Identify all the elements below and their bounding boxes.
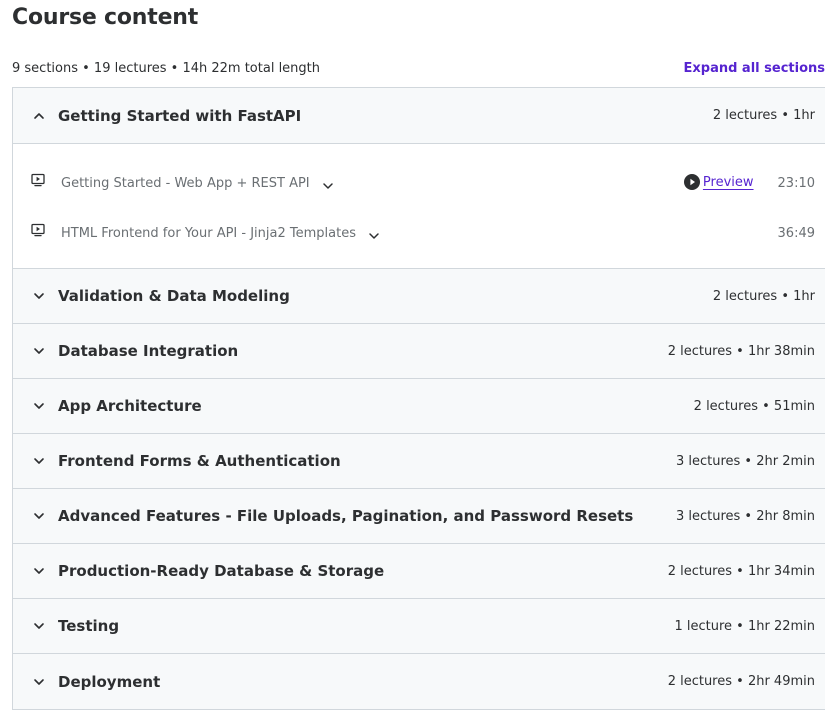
chevron-down-icon (33, 565, 45, 577)
chevron-down-icon (33, 400, 45, 412)
section-title: Frontend Forms & Authentication (58, 452, 341, 470)
section-header-advanced-features[interactable]: Advanced Features - File Uploads, Pagina… (13, 489, 825, 544)
section-header-deployment[interactable]: Deployment 2 lectures • 2hr 49min (13, 654, 825, 709)
section-title: App Architecture (58, 397, 202, 415)
section-meta: 2 lectures • 1hr 34min (667, 563, 815, 579)
page-title: Course content (12, 5, 199, 30)
lecture-item: Getting Started - Web App + REST API Pre… (13, 160, 825, 210)
course-summary: 9 sections • 19 lectures • 14h 22m total… (12, 60, 321, 76)
section-meta: 2 lectures • 1hr (712, 108, 815, 123)
video-play-icon (31, 172, 45, 187)
course-sections: Getting Started with FastAPI 2 lectures … (12, 87, 825, 710)
section-meta: 2 lectures • 2hr 49min (667, 674, 815, 689)
section-meta: 2 lectures • 1hr (712, 288, 815, 304)
section-header-app-architecture[interactable]: App Architecture 2 lectures • 51min (13, 379, 825, 434)
section-meta: 3 lectures • 2hr 2min (675, 453, 815, 469)
section-title: Production-Ready Database & Storage (58, 562, 385, 580)
section-title: Deployment (58, 672, 161, 691)
section-header-testing[interactable]: Testing 1 lecture • 1hr 22min (13, 599, 825, 654)
section-header-getting-started[interactable]: Getting Started with FastAPI 2 lectures … (13, 88, 825, 144)
section-meta: 2 lectures • 1hr 38min (667, 343, 815, 359)
chevron-down-icon (33, 510, 45, 522)
lecture-duration: 23:10 (777, 176, 815, 191)
lecture-title: HTML Frontend for Your API - Jinja2 Temp… (61, 226, 356, 241)
section-header-production-ready[interactable]: Production-Ready Database & Storage 2 le… (13, 544, 825, 599)
section-title: Testing (58, 617, 120, 635)
chevron-down-icon[interactable] (368, 227, 380, 239)
expand-all-sections-button[interactable]: Expand all sections (684, 61, 825, 76)
section-title: Database Integration (58, 342, 239, 360)
lecture-title: Getting Started - Web App + REST API (61, 176, 310, 191)
chevron-down-icon (33, 345, 45, 357)
chevron-up-icon (33, 110, 45, 122)
preview-label: Preview (702, 174, 754, 190)
play-circle-icon (683, 174, 700, 190)
section-title: Advanced Features - File Uploads, Pagina… (58, 507, 634, 525)
chevron-down-icon (33, 676, 45, 688)
chevron-down-icon (33, 455, 45, 467)
section-title: Getting Started with FastAPI (58, 106, 302, 125)
chevron-down-icon (33, 620, 45, 632)
chevron-down-icon (33, 290, 45, 302)
chevron-down-icon[interactable] (322, 177, 334, 189)
section-meta: 3 lectures • 2hr 8min (675, 508, 815, 524)
lecture-item: HTML Frontend for Your API - Jinja2 Temp… (13, 210, 825, 260)
lecture-preview-link[interactable]: Preview (683, 174, 754, 190)
section-header-database-integration[interactable]: Database Integration 2 lectures • 1hr 38… (13, 324, 825, 379)
section-meta: 1 lecture • 1hr 22min (674, 618, 815, 634)
section-title: Validation & Data Modeling (58, 287, 290, 305)
section-meta: 2 lectures • 51min (693, 398, 815, 414)
section-header-frontend-forms[interactable]: Frontend Forms & Authentication 3 lectur… (13, 434, 825, 489)
section-lectures-list: Getting Started - Web App + REST API Pre… (13, 144, 825, 269)
video-play-icon (31, 222, 45, 237)
section-header-validation[interactable]: Validation & Data Modeling 2 lectures • … (13, 269, 825, 324)
lecture-duration: 36:49 (777, 226, 815, 241)
course-summary-bar: 9 sections • 19 lectures • 14h 22m total… (12, 58, 825, 78)
